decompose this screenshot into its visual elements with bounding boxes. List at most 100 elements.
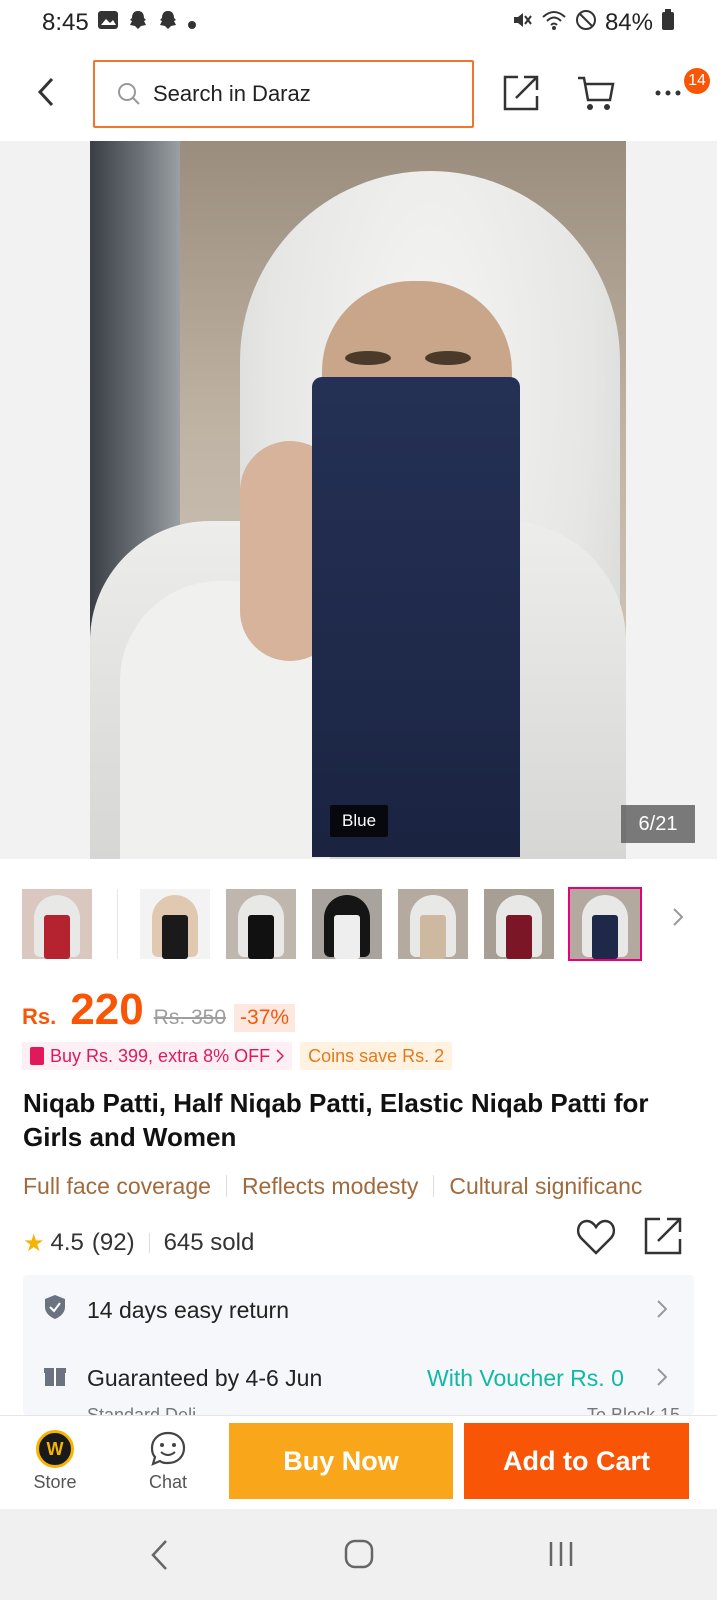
tag-item: Cultural significanc <box>449 1172 643 1199</box>
nav-home-icon <box>344 1539 374 1569</box>
snapchat-notification-icon <box>127 9 149 38</box>
chat-smiley-icon <box>150 1431 186 1466</box>
status-time: 8:45 <box>42 9 89 36</box>
notification-badge: 14 <box>684 68 710 94</box>
product-title: Niqab Patti, Half Niqab Patti, Elastic N… <box>23 1088 649 1152</box>
status-right: 84% <box>511 8 675 38</box>
photo-eye-left <box>345 351 391 365</box>
wifi-icon <box>541 9 567 38</box>
price-row: Rs. 220 Rs. 350 -37% <box>22 985 702 1035</box>
review-count[interactable]: (92) <box>92 1229 135 1257</box>
thumbnail-veil <box>592 915 618 959</box>
buy-now-button[interactable]: Buy Now <box>229 1423 453 1499</box>
thumbnail-veil <box>248 915 274 959</box>
chat-label: Chat <box>148 1472 188 1492</box>
chevron-right-icon <box>673 908 684 926</box>
snapchat-notification-icon-2 <box>157 9 179 38</box>
price-currency: Rs. <box>22 1004 57 1029</box>
star-icon: ★ <box>23 1229 45 1257</box>
current-price: 220 <box>70 985 144 1034</box>
return-policy-row[interactable]: 14 days easy return <box>23 1287 694 1333</box>
delivery-subtext: Standard Deli <box>87 1405 197 1415</box>
photo-niqab-veil <box>312 377 520 857</box>
search-input[interactable] <box>153 81 453 107</box>
tag-divider <box>225 1175 227 1197</box>
store-label: Store <box>33 1472 77 1492</box>
thumbnail-7-selected[interactable] <box>568 887 642 961</box>
thumbnail-2[interactable] <box>140 889 210 959</box>
gift-box-icon <box>43 1363 67 1393</box>
service-panel: 14 days easy return Guaranteed by 4-6 Ju… <box>23 1275 694 1415</box>
nav-back-icon <box>151 1540 167 1570</box>
status-left: 8:45 <box>42 9 197 38</box>
rating-score: 4.5 <box>50 1229 84 1256</box>
product-tags: Full face coverage Reflects modesty Cult… <box>23 1170 717 1202</box>
heart-icon <box>576 1219 616 1255</box>
cart-button[interactable] <box>576 74 616 117</box>
thumbnail-4[interactable] <box>312 889 382 959</box>
thumbnail-6[interactable] <box>484 889 554 959</box>
store-button[interactable]: W Store <box>20 1426 90 1493</box>
share-icon <box>503 75 539 111</box>
voucher-icon <box>30 1047 44 1065</box>
status-bar: 8:45 84% <box>0 0 717 46</box>
do-not-disturb-icon <box>575 9 597 38</box>
voucher-text: With Voucher Rs. 0 <box>427 1364 624 1391</box>
chevron-right-icon <box>657 1297 668 1324</box>
product-gallery[interactable] <box>0 141 717 859</box>
thumbnail-veil <box>162 915 188 959</box>
battery-icon <box>661 8 675 38</box>
tag-item: Reflects modesty <box>241 1172 419 1199</box>
nav-back-button[interactable] <box>148 1539 170 1576</box>
tag-divider <box>433 1175 435 1197</box>
mute-icon <box>511 9 533 38</box>
discount-badge: -37% <box>234 1004 296 1032</box>
chat-button[interactable]: Chat <box>133 1426 203 1493</box>
share-product-button[interactable] <box>643 1216 683 1263</box>
image-counter: 6/21 <box>621 805 695 843</box>
coins-promo[interactable]: Coins save Rs. 2 <box>300 1042 453 1070</box>
back-arrow-icon <box>37 77 54 107</box>
add-to-cart-button[interactable]: Add to Cart <box>464 1423 689 1499</box>
share-icon <box>644 1217 682 1255</box>
color-variant-label: Blue <box>330 805 389 837</box>
chevron-right-icon <box>657 1365 668 1392</box>
return-policy-text: 14 days easy return <box>87 1296 290 1323</box>
share-button[interactable] <box>502 74 540 117</box>
search-icon <box>118 83 140 105</box>
nav-home-button[interactable] <box>344 1539 374 1574</box>
search-box[interactable] <box>93 60 474 128</box>
gallery-notification-icon <box>97 9 119 38</box>
rating-row: ★ 4.5 (92) 645 sold <box>23 1217 703 1266</box>
wishlist-button[interactable] <box>576 1218 616 1263</box>
delivery-location: To Block 15 <box>587 1405 681 1415</box>
more-notifications-dot-icon <box>187 9 197 37</box>
thumbnail-1[interactable] <box>22 889 92 959</box>
thumbnail-3[interactable] <box>226 889 296 959</box>
bundle-promo[interactable]: Buy Rs. 399, extra 8% OFF <box>22 1042 293 1070</box>
header <box>0 58 717 130</box>
tag-item: Full face coverage <box>23 1172 211 1199</box>
system-nav-bar <box>0 1509 717 1600</box>
shield-check-icon <box>43 1294 67 1326</box>
delivery-row[interactable]: Guaranteed by 4-6 Jun With Voucher Rs. 0 <box>23 1355 694 1401</box>
sold-count: 645 sold <box>163 1229 255 1256</box>
bundle-promo-text: Buy Rs. 399, extra 8% OFF <box>50 1045 271 1066</box>
product-photo[interactable] <box>90 141 626 859</box>
promo-row: Buy Rs. 399, extra 8% OFF Coins save Rs.… <box>22 1042 453 1070</box>
original-price: Rs. 350 <box>153 1006 227 1029</box>
thumbnail-veil <box>420 915 446 959</box>
bottom-action-bar: W Store Chat Buy Now Add to Cart <box>0 1415 717 1509</box>
delivery-text: Guaranteed by 4-6 Jun <box>87 1364 323 1391</box>
battery-percent: 84% <box>604 9 653 36</box>
thumbnail-next-button[interactable] <box>672 907 684 932</box>
thumbnail-divider <box>117 889 118 959</box>
nav-recent-apps-button[interactable] <box>546 1539 576 1574</box>
thumbnail-5[interactable] <box>398 889 468 959</box>
nav-recent-apps-icon <box>549 1542 573 1566</box>
photo-eye-right <box>425 351 471 365</box>
store-logo-icon: W <box>36 1430 74 1468</box>
thumbnail-veil <box>334 915 360 959</box>
thumbnail-strip <box>0 885 717 965</box>
back-button[interactable] <box>28 72 64 112</box>
